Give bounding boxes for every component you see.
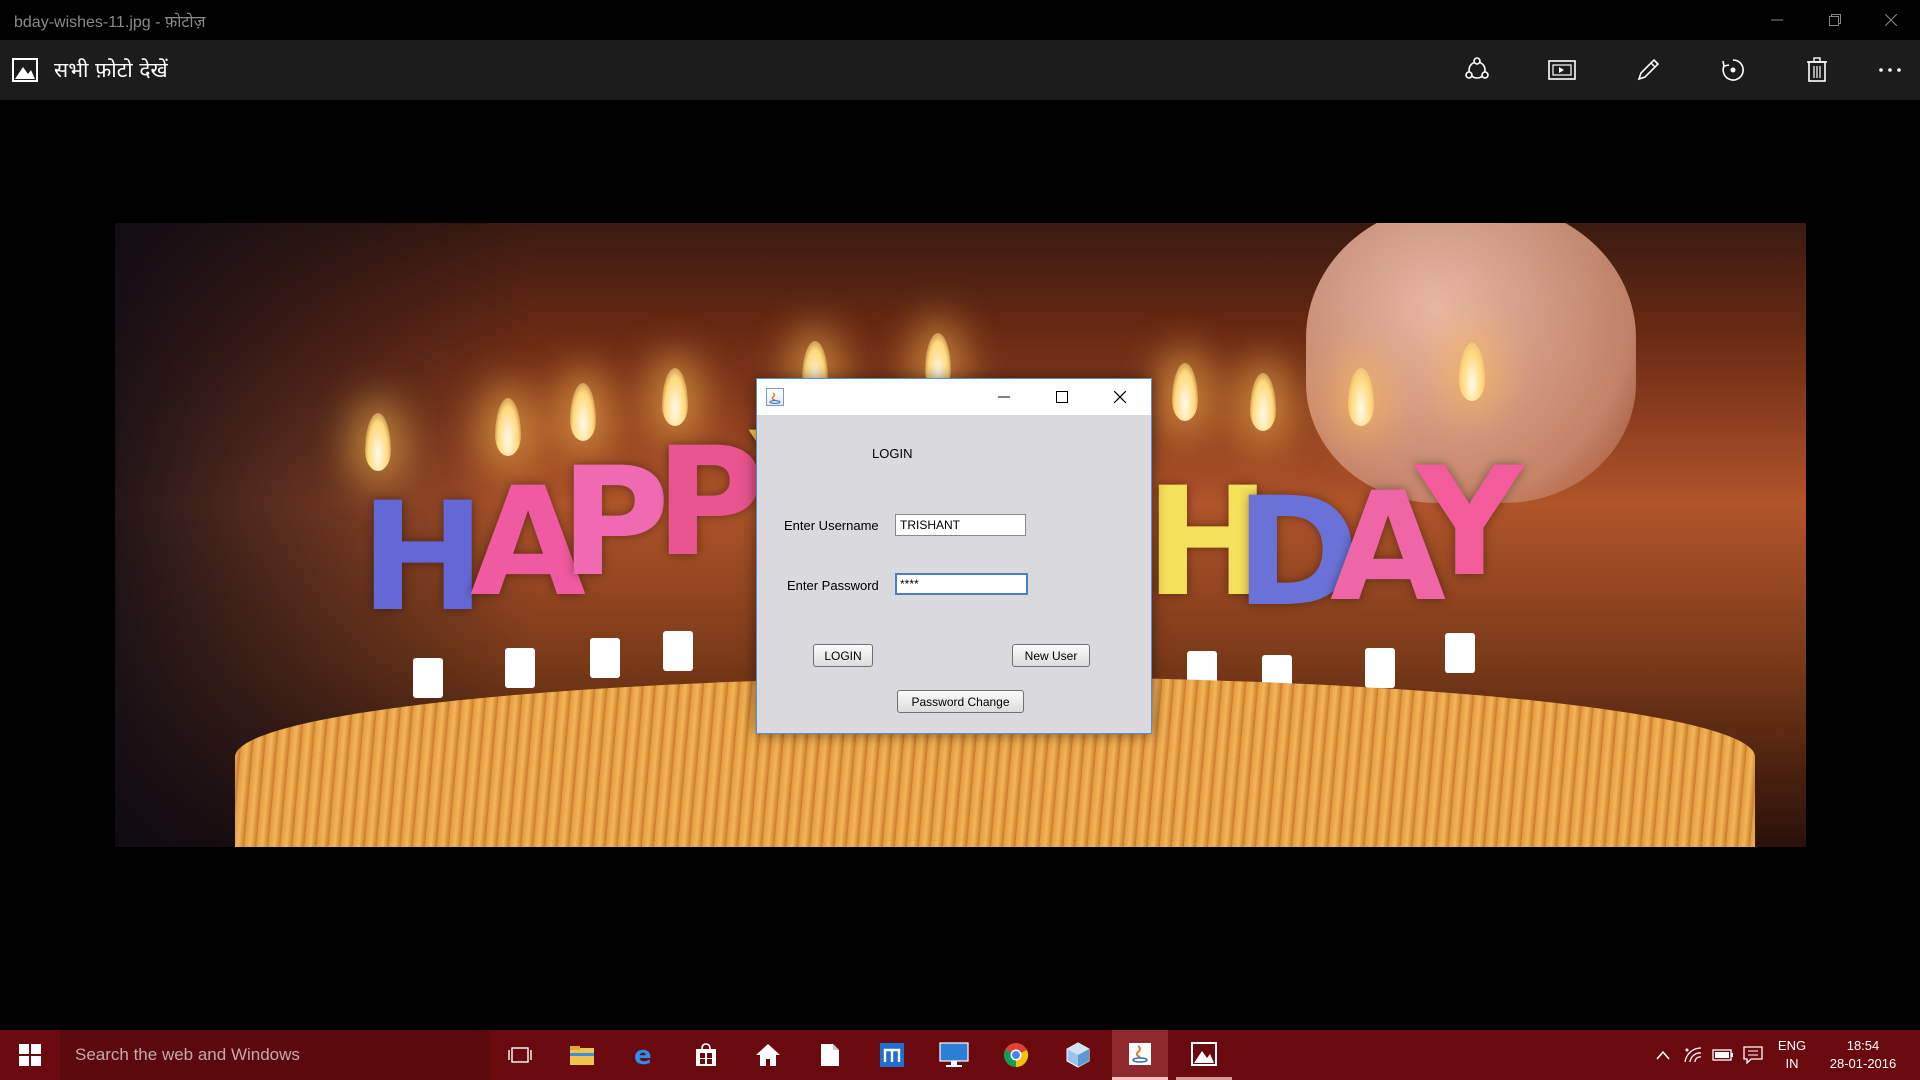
edge-icon: e [634, 1042, 652, 1068]
app-m-icon [880, 1043, 904, 1067]
input-language-button[interactable]: ENG IN [1772, 1030, 1812, 1080]
chrome-icon [1003, 1043, 1029, 1068]
dialog-close-button[interactable] [1091, 379, 1149, 415]
share-button[interactable] [1455, 52, 1499, 88]
delete-icon [1807, 57, 1827, 82]
delete-button[interactable] [1795, 52, 1839, 88]
windows-icon [19, 1044, 41, 1066]
username-label: Enter Username [784, 518, 879, 533]
close-icon [1114, 391, 1126, 403]
login-button[interactable]: LOGIN [813, 644, 873, 667]
search-placeholder: Search the web and Windows [75, 1045, 300, 1064]
close-icon [1885, 14, 1897, 26]
battery-icon [1712, 1049, 1733, 1061]
restore-icon [1829, 14, 1841, 26]
battery-button[interactable] [1710, 1030, 1736, 1080]
network-button[interactable] [1680, 1030, 1706, 1080]
store-icon [696, 1043, 716, 1066]
photos-toolbar: सभी फ़ोटो देखें [0, 40, 1920, 100]
photos-app-button[interactable] [1176, 1030, 1232, 1080]
svg-text:e: e [634, 1042, 652, 1068]
app-m-button[interactable] [864, 1030, 920, 1080]
edge-button[interactable]: e [616, 1030, 672, 1080]
username-field[interactable]: TRISHANT [895, 514, 1026, 536]
java-app-button[interactable] [1112, 1030, 1168, 1080]
dialog-minimize-button[interactable] [975, 379, 1033, 415]
dialog-titlebar[interactable] [757, 379, 1151, 415]
document-button[interactable] [802, 1030, 858, 1080]
show-hidden-icons-button[interactable] [1650, 1030, 1676, 1080]
slideshow-icon [1548, 60, 1576, 80]
document-icon [821, 1044, 839, 1066]
more-icon [1879, 68, 1901, 72]
start-button[interactable] [0, 1030, 60, 1080]
search-box[interactable]: Search the web and Windows [60, 1030, 490, 1080]
all-photos-label: सभी फ़ोटो देखें [54, 58, 168, 82]
minimize-button[interactable] [1748, 0, 1806, 40]
photos-icon [1191, 1041, 1217, 1066]
task-view-button[interactable] [492, 1030, 548, 1080]
file-explorer-button[interactable] [554, 1030, 610, 1080]
maximize-icon [1056, 391, 1068, 403]
share-icon [1465, 57, 1489, 79]
minimize-icon [998, 396, 1010, 398]
window-titlebar: bday-wishes-11.jpg - फ़ोटोज़ [0, 0, 1920, 40]
candle-letter: P [655, 416, 765, 590]
home-icon [756, 1044, 780, 1066]
clock-button[interactable]: 18:54 28-01-2016 [1818, 1030, 1908, 1080]
all-photos-button[interactable]: सभी फ़ोटो देखें [12, 54, 168, 86]
candle-letter: H [360, 471, 486, 645]
new-user-button[interactable]: New User [1012, 644, 1090, 667]
photos-icon [12, 58, 38, 82]
candle-letter: Y [1415, 436, 1524, 610]
password-change-button[interactable]: Password Change [897, 690, 1024, 713]
candle-letter: P [560, 436, 670, 610]
notification-icon [1743, 1046, 1763, 1064]
home-button[interactable] [740, 1030, 796, 1080]
java-icon [766, 388, 784, 406]
minimize-icon [1771, 19, 1783, 21]
task-view-icon [508, 1047, 532, 1063]
clock-time: 18:54 [1846, 1038, 1880, 1053]
monitor-icon [939, 1042, 969, 1067]
chrome-button[interactable] [988, 1030, 1044, 1080]
chevron-up-icon [1656, 1050, 1670, 1060]
wifi-icon [1684, 1047, 1702, 1063]
restore-button[interactable] [1806, 0, 1864, 40]
folder-icon [570, 1046, 594, 1065]
rotate-icon [1722, 59, 1744, 81]
remote-desktop-button[interactable] [926, 1030, 982, 1080]
dialog-body: LOGIN Enter Username TRISHANT Enter Pass… [757, 415, 1151, 733]
cube-icon [1066, 1042, 1090, 1068]
login-heading: LOGIN [872, 446, 913, 461]
password-label: Enter Password [787, 578, 879, 593]
clock-date: 28-01-2016 [1829, 1056, 1897, 1071]
login-dialog: LOGIN Enter Username TRISHANT Enter Pass… [756, 378, 1152, 734]
slideshow-button[interactable] [1540, 52, 1584, 88]
language-text: ENG [1777, 1038, 1807, 1053]
store-button[interactable] [678, 1030, 734, 1080]
taskbar: Search the web and Windows e ENG IN 18:5… [0, 1030, 1920, 1080]
region-text: IN [1785, 1056, 1799, 1071]
rotate-button[interactable] [1711, 52, 1755, 88]
dialog-maximize-button[interactable] [1033, 379, 1091, 415]
edit-button[interactable] [1626, 52, 1670, 88]
java-icon [1129, 1042, 1151, 1065]
virtualbox-button[interactable] [1050, 1030, 1106, 1080]
close-button[interactable] [1862, 0, 1920, 40]
action-center-button[interactable] [1740, 1030, 1766, 1080]
more-button[interactable] [1868, 52, 1912, 88]
password-field[interactable]: **** [895, 573, 1028, 595]
edit-icon [1637, 58, 1660, 81]
window-title: bday-wishes-11.jpg - फ़ोटोज़ [14, 14, 206, 31]
